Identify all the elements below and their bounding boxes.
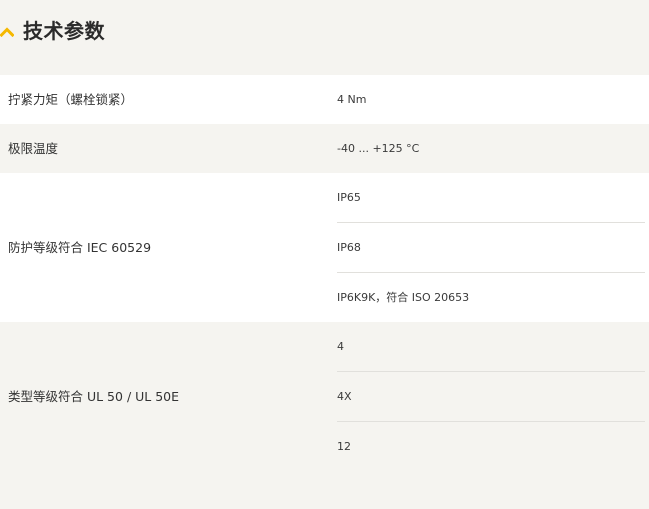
section-header[interactable]: 技术参数 <box>0 0 649 66</box>
spec-subvalue: 4 <box>337 322 645 371</box>
spec-label: 类型等级符合 UL 50 / UL 50E <box>8 389 180 404</box>
spec-label: 防护等级符合 IEC 60529 <box>8 240 152 255</box>
spec-subvalue: 4X <box>337 372 645 421</box>
spec-value: -40 ... +125 °C <box>337 142 420 155</box>
spec-row-ul-type: 类型等级符合 UL 50 / UL 50E 4 4X 12 <box>0 322 649 471</box>
spec-value: 4 Nm <box>337 93 367 106</box>
spec-row-temperature-limits: 极限温度 -40 ... +125 °C <box>0 124 649 173</box>
spec-value-text: IP65 <box>337 191 361 204</box>
spec-value-text: IP68 <box>337 241 361 254</box>
spec-label: 极限温度 <box>8 141 59 156</box>
spec-value-text: IP6K9K，符合 ISO 20653 <box>337 291 470 304</box>
spec-subvalue: IP68 <box>337 223 645 272</box>
spec-row-ip-rating: 防护等级符合 IEC 60529 IP65 IP68 IP6K9K，符合 ISO… <box>0 173 649 322</box>
spec-value-text: 4X <box>337 390 352 403</box>
spec-value-text: 4 <box>337 340 344 353</box>
spec-subvalue: IP65 <box>337 173 645 222</box>
spec-subvalue: 12 <box>337 422 645 471</box>
spec-table: 拧紧力矩（螺栓锁紧） 4 Nm 极限温度 -40 ... +125 °C 防护等… <box>0 75 649 471</box>
spec-value-text: 12 <box>337 440 351 453</box>
section-title: 技术参数 <box>23 19 105 43</box>
spec-row-tightening-torque: 拧紧力矩（螺栓锁紧） 4 Nm <box>0 75 649 124</box>
spec-subvalue: IP6K9K，符合 ISO 20653 <box>337 273 645 322</box>
spec-label: 拧紧力矩（螺栓锁紧） <box>8 92 134 107</box>
chevron-up-icon[interactable] <box>0 27 14 37</box>
